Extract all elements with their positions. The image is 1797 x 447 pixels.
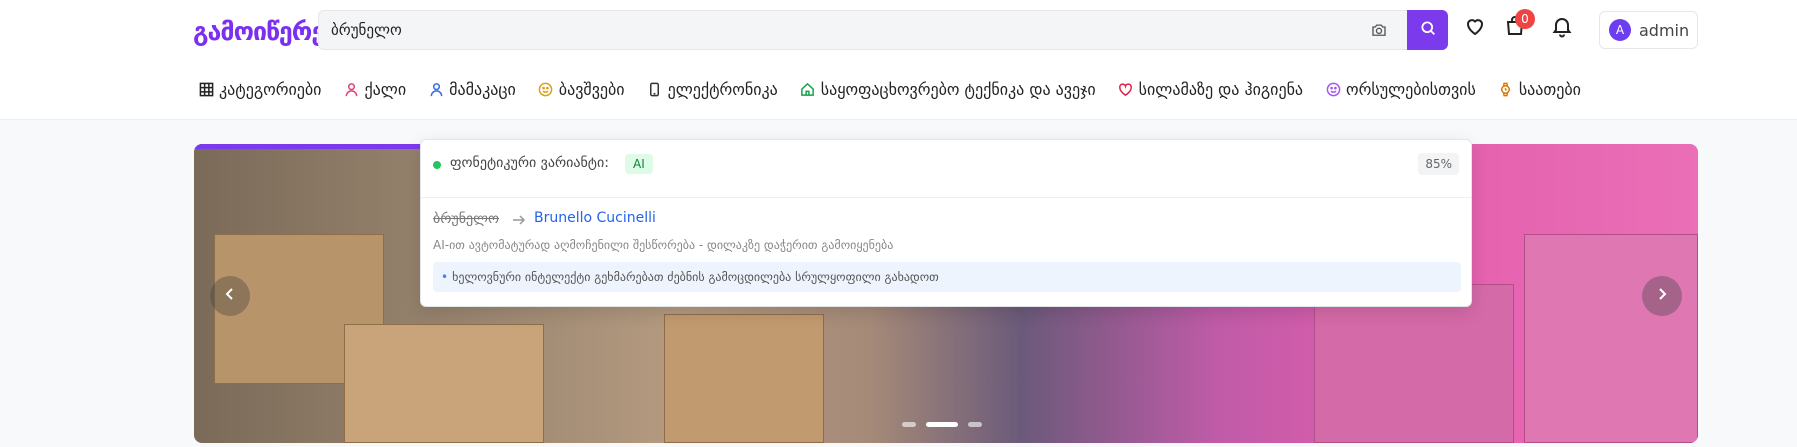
wishlist-button[interactable] [1461, 14, 1489, 42]
baby-icon [1325, 81, 1341, 97]
banner-box-graphic [664, 314, 824, 443]
suggestion-note: AI-ით ავტომატურად აღმოჩენილი შესწორება -… [433, 238, 894, 252]
nav-item-label: ქალი [364, 79, 407, 99]
nav-item-kids[interactable]: ბავშვები [538, 80, 625, 99]
search-icon [1419, 19, 1437, 41]
heart-icon [1463, 14, 1487, 42]
banner-dot[interactable] [902, 422, 916, 427]
nav-item-label: სილამაზე და ჰიგიენა [1138, 79, 1304, 99]
nav-item-label: კატეგორიები [219, 79, 322, 99]
banner-dot[interactable] [968, 422, 982, 427]
avatar: A [1609, 19, 1631, 41]
heart-icon [1118, 81, 1134, 97]
logo-text: გამოიწერე [193, 16, 325, 46]
nav-item-home-appliances[interactable]: საყოფაცხოვრებო ტექნიკა და ავეჯი [800, 80, 1096, 99]
camera-icon[interactable] [1370, 21, 1388, 39]
smile-icon [538, 81, 554, 97]
nav-item-electronics[interactable]: ელექტრონიკა [647, 80, 778, 99]
search-button[interactable] [1407, 10, 1448, 50]
search-input[interactable] [331, 11, 1331, 49]
phone-icon [647, 81, 663, 97]
banner-box-graphic [344, 324, 544, 443]
nav-item-label: ორსულებისთვის [1346, 79, 1476, 99]
suggestion-header: ფონეტიკური ვარიანტი: AI 85% [421, 140, 1471, 198]
nav-item-label: საათები [1518, 79, 1581, 99]
arrow-right-icon [511, 212, 527, 228]
original-query: ბრუნელო [433, 211, 500, 227]
nav-item-categories[interactable]: კატეგორიები [198, 80, 321, 99]
watch-icon [1498, 81, 1514, 97]
nav-item-label: საყოფაცხოვრებო ტექნიკა და ავეჯი [820, 79, 1096, 99]
ai-tip: • ხელოვნური ინტელექტი გეხმარებათ ძებნის … [433, 262, 1461, 292]
woman-icon [343, 81, 359, 97]
suggested-query-link[interactable]: Brunello Cucinelli [534, 210, 656, 226]
banner-dots [902, 422, 982, 427]
banner-box-graphic [1524, 234, 1698, 443]
confidence-badge: 85% [1418, 153, 1459, 175]
nav-item-label: ბავშვები [558, 79, 625, 99]
man-icon [428, 81, 444, 97]
account-name: admin [1639, 20, 1690, 40]
search-suggestion-dropdown: ფონეტიკური ვარიანტი: AI 85% ბრუნელო Brun… [420, 139, 1472, 307]
home-icon [800, 81, 816, 97]
search-bar [318, 10, 1448, 50]
nav-item-beauty[interactable]: სილამაზე და ჰიგიენა [1118, 80, 1303, 99]
bell-icon [1550, 14, 1574, 42]
nav-item-men[interactable]: მამაკაცი [428, 80, 516, 99]
cart-count-badge: 0 [1515, 9, 1535, 29]
grid-icon [198, 81, 214, 97]
header: გამოიწერე 0 A admin [0, 0, 1797, 120]
status-dot [433, 161, 441, 169]
banner-dot-active[interactable] [926, 422, 958, 427]
ai-tip-text: ხელოვნური ინტელექტი გეხმარებათ ძებნის გა… [452, 270, 939, 284]
bullet-icon: • [441, 270, 449, 284]
category-nav: კატეგორიები ქალი მამაკაცი ბავშვები ელექტ… [198, 76, 1581, 102]
banner-progress [194, 144, 424, 149]
nav-item-maternity[interactable]: ორსულებისთვის [1325, 80, 1476, 99]
chevron-right-icon [1654, 286, 1670, 306]
banner-prev-button[interactable] [210, 276, 250, 316]
ai-badge: AI [625, 154, 653, 174]
nav-item-women[interactable]: ქალი [343, 80, 406, 99]
nav-item-label: ელექტრონიკა [667, 79, 778, 99]
nav-item-watches[interactable]: საათები [1498, 80, 1581, 99]
nav-item-label: მამაკაცი [449, 79, 516, 99]
banner-box-graphic [1314, 284, 1514, 443]
suggestion-title: ფონეტიკური ვარიანტი: [450, 155, 609, 171]
banner-next-button[interactable] [1642, 276, 1682, 316]
account-menu[interactable]: A admin [1599, 11, 1698, 49]
notifications-button[interactable] [1548, 14, 1576, 42]
chevron-left-icon [222, 286, 238, 306]
logo[interactable]: გამოიწერე [193, 10, 325, 52]
